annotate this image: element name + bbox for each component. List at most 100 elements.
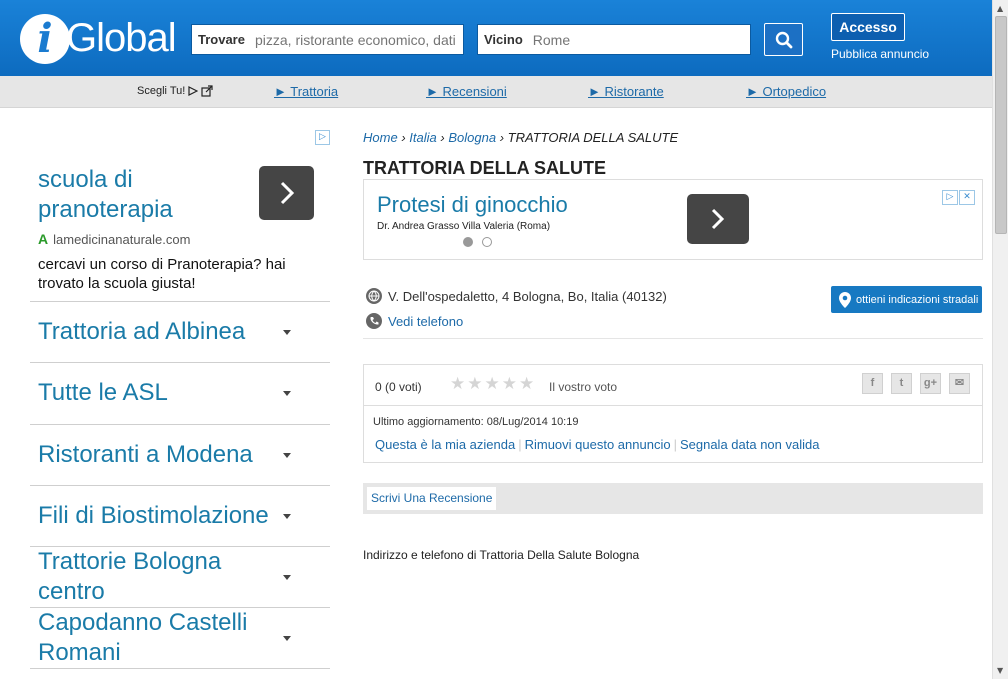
sidebar-link-item[interactable]: Trattorie Bologna centro [30, 546, 330, 607]
breadcrumb-separator: › [440, 130, 445, 145]
close-icon[interactable]: ✕ [959, 190, 975, 205]
choose-menu[interactable]: Scegli Tu! [137, 85, 213, 97]
caret-down-icon [283, 513, 291, 519]
carousel-dot[interactable] [482, 237, 492, 247]
star-icon[interactable]: ★ [502, 375, 517, 393]
link-separator: | [518, 437, 522, 452]
sidebar-ad-title[interactable]: scuola di pranoterapia [38, 165, 248, 225]
find-input[interactable] [244, 31, 463, 48]
subnav-link-ristorante[interactable]: ► Ristorante [588, 84, 664, 99]
near-label: Vicino [484, 32, 523, 47]
main-ad-subtitle[interactable]: Dr. Andrea Grasso Villa Valeria (Roma) [377, 221, 550, 232]
star-icon[interactable]: ★ [519, 375, 534, 393]
sidebar-link-label: Tutte le ASL [38, 379, 168, 407]
external-link-icon [201, 85, 213, 97]
logo-wordmark: Global [66, 16, 177, 60]
facebook-icon[interactable]: f [862, 373, 883, 394]
rating-top-row: 0 (0 voti) ★ ★ ★ ★ ★ Il vostro voto f t … [364, 365, 982, 406]
sidebar-link-list: Trattoria ad Albinea Tutte le ASL Ristor… [30, 301, 330, 669]
scrollbar-thumb[interactable] [995, 16, 1007, 234]
page-title: TRATTORIA DELLA SALUTE [363, 158, 606, 178]
adchoices-icon[interactable]: ▷ [315, 130, 330, 145]
sidebar-link-item[interactable]: Fili di Biostimolazione [30, 484, 330, 546]
near-input[interactable] [522, 31, 750, 48]
globe-icon [366, 288, 382, 304]
sidebar-link-item[interactable]: Capodanno Castelli Romani [30, 607, 330, 669]
remove-listing-link[interactable]: Rimuovi questo annuncio [525, 437, 671, 452]
caret-down-icon [283, 575, 291, 581]
star-icon[interactable]: ★ [485, 375, 500, 393]
scroll-up-arrow-icon[interactable]: ▲ [997, 4, 1003, 13]
star-rating[interactable]: ★ ★ ★ ★ ★ [450, 375, 534, 393]
sidebar-link-item[interactable]: Ristoranti a Modena [30, 423, 330, 485]
star-icon[interactable]: ★ [450, 375, 465, 393]
map-pin-icon [839, 291, 851, 308]
get-directions-label: ottieni indicazioni stradali [856, 293, 979, 306]
view-phone-link[interactable]: Vedi telefono [388, 314, 463, 329]
owner-links: Questa è la mia azienda | Rimuovi questo a… [375, 437, 819, 452]
caret-down-icon [283, 636, 291, 642]
sidebar-link-item[interactable]: Tutte le ASL [30, 362, 330, 423]
breadcrumb: Home › Italia › Bologna › TRATTORIA DELL… [363, 130, 678, 145]
carousel-dot[interactable] [463, 237, 473, 247]
claim-business-link[interactable]: Questa è la mia azienda [375, 437, 515, 452]
review-bar: Scrivi Una Recensione [363, 483, 983, 514]
search-icon [775, 31, 792, 48]
listing-address: V. Dell'ospedaletto, 4 Bologna, Bo, Ital… [388, 288, 667, 304]
caret-down-icon [283, 452, 291, 458]
logo-i-mark: i [20, 14, 70, 64]
breadcrumb-city[interactable]: Bologna [448, 130, 496, 145]
adchoices-icon[interactable]: ▷ [942, 190, 958, 205]
site-header: i Global Trovare Vicino Accesso Pubblica… [0, 0, 992, 76]
caret-down-icon [283, 330, 291, 335]
sidebar-ad-url-text: lamedicinanaturale.com [53, 231, 191, 247]
twitter-icon[interactable]: t [891, 373, 912, 394]
sidebar-ad-description: cercavi un corso di Pranoterapia? hai tr… [38, 256, 286, 292]
sidebar-ad-url[interactable]: A lamedicinanaturale.com [38, 231, 190, 247]
iglobal-logo[interactable]: i Global [20, 14, 177, 64]
play-icon [188, 86, 199, 96]
find-label: Trovare [198, 32, 245, 47]
star-icon[interactable]: ★ [467, 375, 482, 393]
subnav-link-recensioni[interactable]: ► Recensioni [426, 84, 507, 99]
breadcrumb-separator: › [401, 130, 406, 145]
ad-carousel-dots [463, 237, 492, 247]
breadcrumb-current: TRATTORIA DELLA SALUTE [507, 130, 679, 145]
breadcrumb-home[interactable]: Home [363, 130, 398, 145]
email-icon[interactable]: ✉ [949, 373, 970, 394]
rating-panel: 0 (0 voti) ★ ★ ★ ★ ★ Il vostro voto f t … [363, 364, 983, 463]
login-button[interactable]: Accesso [831, 13, 905, 41]
subnav-link-ortopedico[interactable]: ► Ortopedico [746, 84, 826, 99]
sidebar-link-label: Capodanno Castelli Romani [38, 609, 248, 667]
your-vote-label: Il vostro voto [549, 380, 618, 394]
search-button[interactable] [764, 23, 803, 56]
main-ad-title[interactable]: Protesi di ginocchio [377, 192, 568, 218]
get-directions-button[interactable]: ottieni indicazioni stradali [831, 286, 982, 313]
sidebar-link-item[interactable]: Trattoria ad Albinea [30, 301, 330, 362]
report-invalid-link[interactable]: Segnala data non valida [680, 437, 820, 452]
near-search-box: Vicino [477, 24, 751, 55]
main-ad-banner: Protesi di ginocchio Dr. Andrea Grasso V… [363, 179, 983, 260]
write-review-button[interactable]: Scrivi Una Recensione [367, 487, 497, 510]
phone-row[interactable]: Vedi telefono [366, 313, 463, 329]
breadcrumb-country[interactable]: Italia [409, 130, 436, 145]
sidebar-link-label: Trattoria ad Albinea [38, 318, 246, 346]
address-row: V. Dell'ospedaletto, 4 Bologna, Bo, Ital… [366, 288, 667, 304]
ad-badge-icon: A [38, 231, 49, 247]
google-plus-icon[interactable]: g+ [920, 373, 941, 394]
vote-count: 0 (0 voti) [375, 380, 422, 394]
subnav-link-trattoria[interactable]: ► Trattoria [274, 84, 338, 99]
sidebar-ad-arrow-button[interactable] [259, 166, 314, 220]
sidebar-link-label: Fili di Biostimolazione [38, 502, 269, 530]
choose-label: Scegli Tu! [137, 85, 186, 97]
sub-navigation: Scegli Tu! ► Trattoria ► Recensioni ► Ri… [0, 76, 992, 108]
post-ad-link[interactable]: Pubblica annuncio [831, 47, 929, 61]
page-scrollbar[interactable]: ▲ ▼ [992, 0, 1008, 679]
caret-down-icon [283, 391, 291, 397]
link-separator: | [673, 437, 677, 452]
scroll-down-arrow-icon[interactable]: ▼ [997, 666, 1003, 675]
breadcrumb-separator: › [499, 130, 505, 145]
chevron-right-icon [280, 181, 294, 205]
main-ad-arrow-button[interactable] [687, 194, 749, 244]
phone-icon [366, 313, 382, 329]
